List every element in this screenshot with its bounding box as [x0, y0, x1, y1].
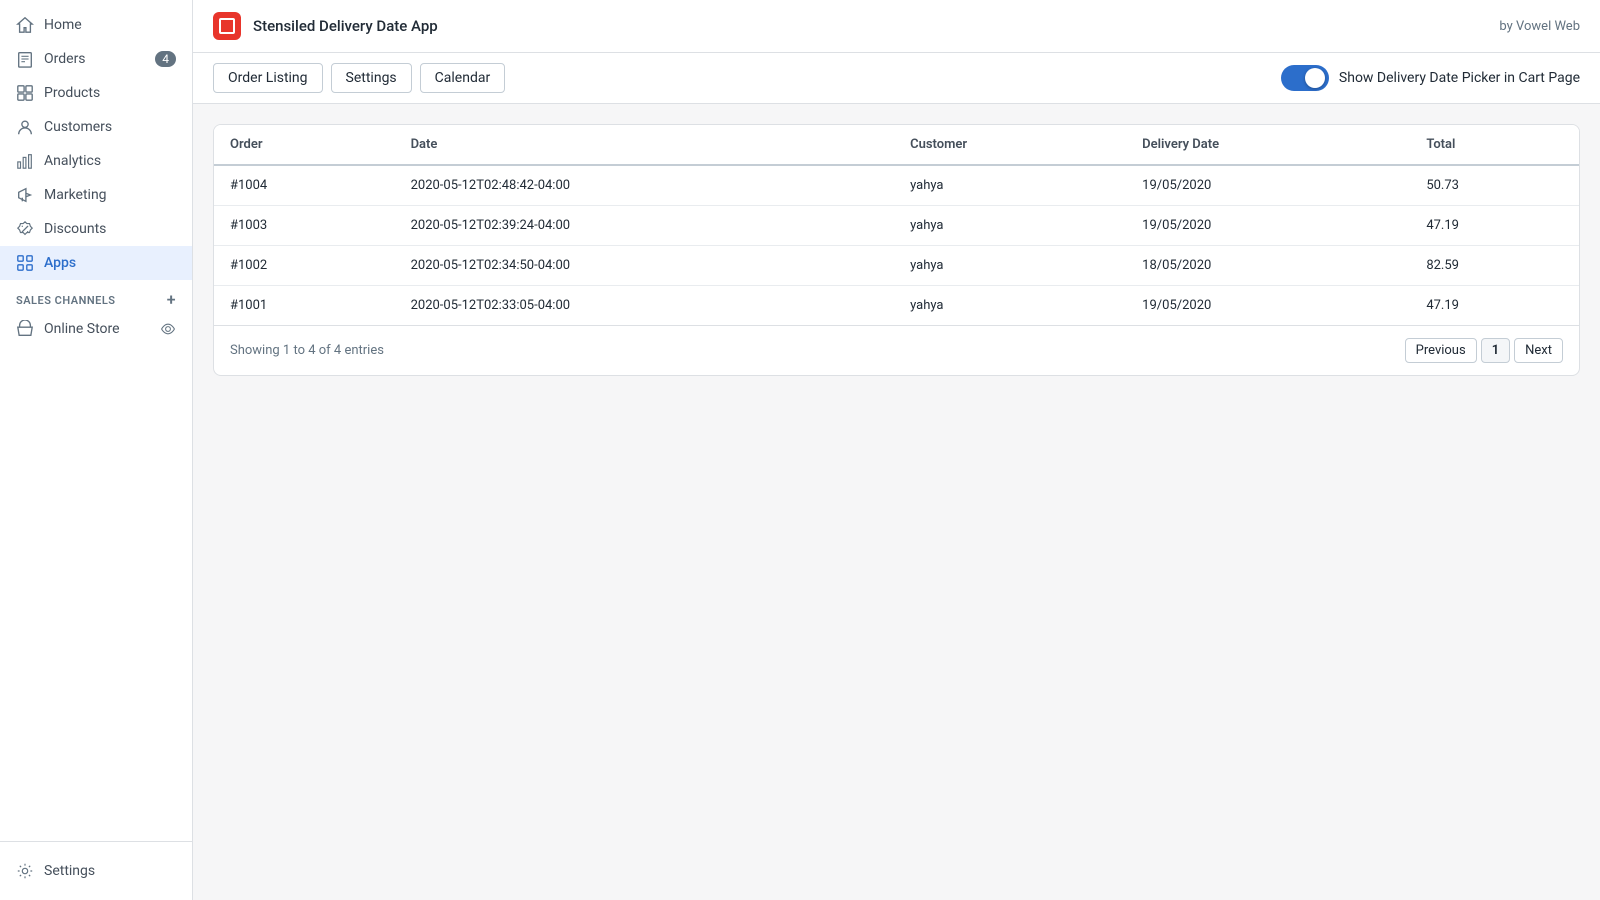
- date-cell: 2020-05-12T02:48:42-04:00: [395, 165, 895, 206]
- toggle-label: Show Delivery Date Picker in Cart Page: [1339, 70, 1580, 86]
- products-icon: [16, 84, 34, 102]
- app-title: Stensiled Delivery Date App: [253, 17, 438, 35]
- sidebar-label-customers: Customers: [44, 119, 112, 135]
- sidebar-item-home[interactable]: Home: [0, 8, 192, 42]
- toggle-knob: [1305, 68, 1325, 88]
- date-cell: 2020-05-12T02:33:05-04:00: [395, 286, 895, 326]
- sidebar-item-analytics[interactable]: Analytics: [0, 144, 192, 178]
- pagination-controls: Previous 1 Next: [1405, 338, 1563, 363]
- by-label: by Vowel Web: [1499, 19, 1580, 34]
- toolbar: Order Listing Settings Calendar Show Del…: [193, 53, 1600, 104]
- sidebar-item-discounts[interactable]: Discounts: [0, 212, 192, 246]
- sidebar-label-orders: Orders: [44, 51, 86, 67]
- col-total: Total: [1410, 125, 1579, 165]
- sidebar-label-analytics: Analytics: [44, 153, 101, 169]
- sidebar-label-discounts: Discounts: [44, 221, 106, 237]
- order-cell: #1003: [214, 206, 395, 246]
- sales-channels-label: SALES CHANNELS: [16, 294, 116, 307]
- app-header: Stensiled Delivery Date App by Vowel Web: [193, 0, 1600, 53]
- customer-cell: yahya: [894, 286, 1126, 326]
- app-logo: [213, 12, 241, 40]
- sidebar-label-products: Products: [44, 85, 100, 101]
- sidebar-label-apps: Apps: [44, 255, 76, 271]
- total-cell: 47.19: [1410, 286, 1579, 326]
- table-row[interactable]: #10032020-05-12T02:39:24-04:00yahya19/05…: [214, 206, 1579, 246]
- sidebar-label-settings: Settings: [44, 863, 95, 879]
- delivery-date-cell: 18/05/2020: [1126, 246, 1410, 286]
- showing-text: Showing 1 to 4 of 4 entries: [230, 343, 384, 358]
- total-cell: 82.59: [1410, 246, 1579, 286]
- orders-badge: 4: [155, 51, 176, 67]
- total-cell: 47.19: [1410, 206, 1579, 246]
- customer-cell: yahya: [894, 206, 1126, 246]
- table-body: #10042020-05-12T02:48:42-04:00yahya19/05…: [214, 165, 1579, 325]
- previous-button[interactable]: Previous: [1405, 338, 1477, 363]
- col-customer: Customer: [894, 125, 1126, 165]
- show-delivery-toggle[interactable]: [1281, 65, 1329, 91]
- orders-table: Order Date Customer Delivery Date Total …: [214, 125, 1579, 325]
- marketing-icon: [16, 186, 34, 204]
- col-delivery-date: Delivery Date: [1126, 125, 1410, 165]
- sidebar-footer: Settings: [0, 841, 192, 900]
- analytics-icon: [16, 152, 34, 170]
- col-order: Order: [214, 125, 395, 165]
- sidebar-item-customers[interactable]: Customers: [0, 110, 192, 144]
- add-sales-channel-button[interactable]: +: [167, 292, 176, 308]
- col-date: Date: [395, 125, 895, 165]
- orders-icon: [16, 50, 34, 68]
- settings-icon: [16, 862, 34, 880]
- sidebar-label-home: Home: [44, 17, 82, 33]
- total-cell: 50.73: [1410, 165, 1579, 206]
- sidebar-item-online-store[interactable]: Online Store: [0, 312, 192, 346]
- delivery-date-cell: 19/05/2020: [1126, 286, 1410, 326]
- app-logo-inner: [219, 18, 235, 34]
- sidebar-item-settings[interactable]: Settings: [0, 854, 192, 888]
- table-card: Order Date Customer Delivery Date Total …: [213, 124, 1580, 376]
- table-row[interactable]: #10042020-05-12T02:48:42-04:00yahya19/05…: [214, 165, 1579, 206]
- order-cell: #1004: [214, 165, 395, 206]
- date-cell: 2020-05-12T02:39:24-04:00: [395, 206, 895, 246]
- settings-button[interactable]: Settings: [331, 63, 412, 93]
- sidebar-nav: Home Orders 4 Products: [0, 0, 192, 841]
- content-area: Order Date Customer Delivery Date Total …: [193, 104, 1600, 900]
- online-store-icon: [16, 320, 34, 338]
- sidebar-item-apps[interactable]: Apps: [0, 246, 192, 280]
- order-cell: #1002: [214, 246, 395, 286]
- customer-cell: yahya: [894, 165, 1126, 206]
- order-cell: #1001: [214, 286, 395, 326]
- eye-icon[interactable]: [160, 321, 176, 337]
- sidebar-item-marketing[interactable]: Marketing: [0, 178, 192, 212]
- apps-icon: [16, 254, 34, 272]
- sidebar-item-products[interactable]: Products: [0, 76, 192, 110]
- pagination-bar: Showing 1 to 4 of 4 entries Previous 1 N…: [214, 325, 1579, 375]
- sidebar: Home Orders 4 Products: [0, 0, 193, 900]
- order-listing-button[interactable]: Order Listing: [213, 63, 323, 93]
- delivery-date-cell: 19/05/2020: [1126, 206, 1410, 246]
- sidebar-label-online-store: Online Store: [44, 321, 120, 337]
- table-header: Order Date Customer Delivery Date Total: [214, 125, 1579, 165]
- toggle-container: Show Delivery Date Picker in Cart Page: [1281, 65, 1580, 91]
- customer-cell: yahya: [894, 246, 1126, 286]
- table-row[interactable]: #10022020-05-12T02:34:50-04:00yahya18/05…: [214, 246, 1579, 286]
- sidebar-item-orders[interactable]: Orders 4: [0, 42, 192, 76]
- sidebar-label-marketing: Marketing: [44, 187, 107, 203]
- next-button[interactable]: Next: [1514, 338, 1563, 363]
- table-row[interactable]: #10012020-05-12T02:33:05-04:00yahya19/05…: [214, 286, 1579, 326]
- delivery-date-cell: 19/05/2020: [1126, 165, 1410, 206]
- home-icon: [16, 16, 34, 34]
- customers-icon: [16, 118, 34, 136]
- page-1-button[interactable]: 1: [1481, 338, 1510, 363]
- calendar-button[interactable]: Calendar: [420, 63, 506, 93]
- table-header-row: Order Date Customer Delivery Date Total: [214, 125, 1579, 165]
- date-cell: 2020-05-12T02:34:50-04:00: [395, 246, 895, 286]
- sales-channels-section: SALES CHANNELS +: [0, 280, 192, 312]
- main-content: Stensiled Delivery Date App by Vowel Web…: [193, 0, 1600, 900]
- discounts-icon: [16, 220, 34, 238]
